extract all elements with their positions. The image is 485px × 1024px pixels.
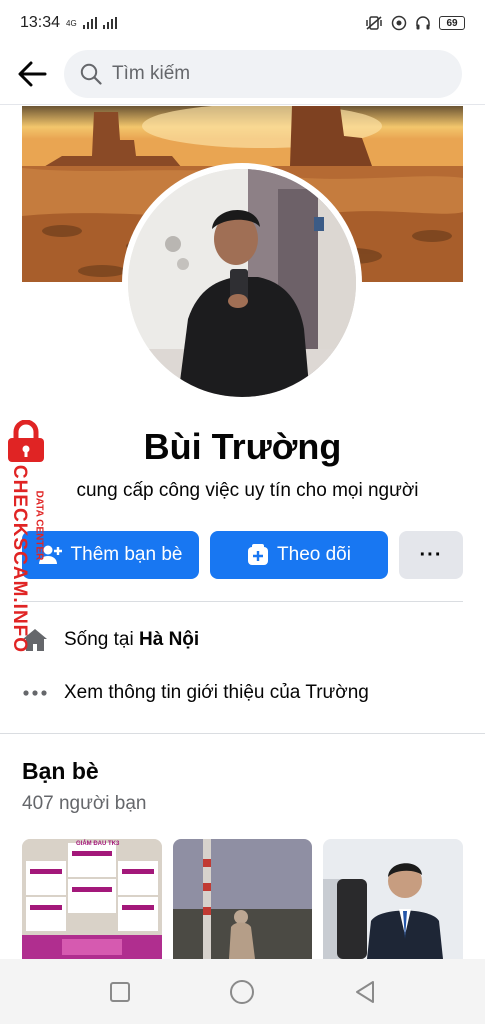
home-button-icon[interactable] (229, 979, 255, 1005)
signal-icon (82, 17, 97, 29)
search-icon (80, 63, 102, 85)
signal-icon-2 (102, 17, 117, 29)
alarm-icon (391, 15, 407, 31)
headphones-icon (416, 16, 430, 30)
recent-apps-icon[interactable] (109, 981, 131, 1003)
follow-button[interactable]: Theo dõi (210, 531, 388, 579)
friends-count: 407 người bạn (22, 793, 147, 814)
battery-icon: 69 (439, 16, 465, 30)
more-dots-icon: ··· (419, 543, 443, 566)
add-friend-button[interactable]: Thêm bạn bè (22, 531, 199, 579)
lives-in-text: Sống tại Hà Nội (64, 629, 199, 651)
friend-tile[interactable] (172, 839, 313, 959)
avatar-photo (128, 169, 356, 397)
system-navigation-bar (0, 959, 485, 1024)
friend-tile[interactable] (323, 839, 464, 959)
back-arrow-icon (18, 61, 47, 87)
follow-label: Theo dõi (277, 544, 351, 565)
search-input[interactable]: Tìm kiếm (64, 50, 462, 98)
friends-title[interactable]: Bạn bè (22, 758, 99, 785)
lives-in-row: Sống tại Hà Nội (22, 620, 463, 660)
see-about-row[interactable]: Xem thông tin giới thiệu của Trường (22, 673, 463, 713)
header: Tìm kiếm (0, 46, 485, 102)
back-button[interactable] (0, 46, 64, 102)
search-placeholder: Tìm kiếm (112, 63, 191, 84)
avatar (128, 169, 356, 397)
watermark-line2: CHECKSCAM.INFO (9, 464, 30, 654)
checkscam-watermark: CHECKSCAM.INFO DATA CENTER (4, 420, 48, 660)
network-label: 4G (66, 18, 77, 28)
friend-photo-products (22, 839, 162, 959)
friends-grid: GIẢM ĐAU TK3 (22, 839, 464, 959)
status-left: 13:34 4G (20, 14, 117, 32)
lives-in-city[interactable]: Hà Nội (139, 629, 199, 650)
status-bar: 13:34 4G 69 (0, 0, 485, 46)
status-right: 69 (365, 15, 465, 31)
profile-screen: 13:34 4G 69 Tìm kiếm Bùi Trường cung cấp… (0, 0, 485, 1024)
more-options-button[interactable]: ··· (399, 531, 463, 579)
watermark-line1: DATA CENTER (33, 490, 45, 561)
lives-in-prefix: Sống tại (64, 629, 139, 650)
status-time: 13:34 (20, 14, 61, 31)
friend-tile-caption: GIẢM ĐAU TK3 (76, 841, 120, 847)
lock-icon (8, 420, 44, 462)
see-about-text: Xem thông tin giới thiệu của Trường (64, 682, 369, 703)
ellipsis-icon (22, 689, 64, 697)
profile-name: Bùi Trường (143, 426, 342, 467)
profile-actions: Thêm bạn bè Theo dõi ··· (22, 531, 463, 579)
friend-photo-field (172, 839, 313, 959)
profile-bio: cung cấp công việc uy tín cho mọi người (76, 480, 419, 501)
friend-photo-portrait (323, 839, 464, 959)
follow-icon (248, 544, 269, 565)
vibrate-icon (366, 16, 382, 30)
section-divider (22, 601, 463, 602)
back-triangle-icon[interactable] (354, 980, 376, 1004)
profile-avatar[interactable] (122, 163, 362, 403)
add-friend-label: Thêm bạn bè (70, 544, 183, 565)
header-divider (0, 104, 485, 105)
friend-tile[interactable]: GIẢM ĐAU TK3 (22, 839, 162, 959)
section-separator (0, 733, 485, 734)
